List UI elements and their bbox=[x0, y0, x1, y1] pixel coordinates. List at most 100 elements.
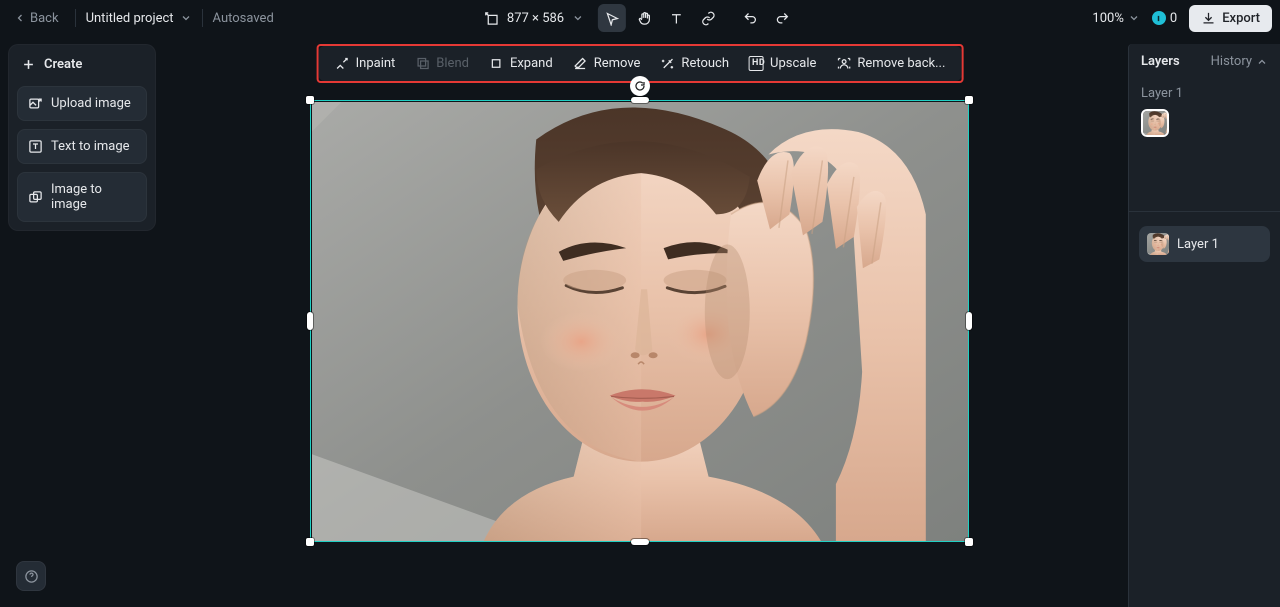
upload-image-button[interactable]: Upload image bbox=[17, 86, 147, 121]
retouch-button[interactable]: Retouch bbox=[650, 50, 739, 77]
expand-button[interactable]: Expand bbox=[479, 50, 563, 77]
zoom-text: 100% bbox=[1092, 11, 1123, 26]
help-button[interactable] bbox=[16, 561, 46, 591]
project-name-text: Untitled project bbox=[86, 11, 174, 26]
create-title-text: Create bbox=[44, 57, 82, 72]
retouch-label: Retouch bbox=[681, 56, 729, 71]
help-icon bbox=[24, 569, 39, 584]
rotate-handle[interactable] bbox=[630, 76, 650, 96]
separator bbox=[75, 9, 76, 27]
autosave-status: Autosaved bbox=[213, 11, 274, 26]
separator bbox=[202, 9, 203, 27]
top-bar-right: 100% 0 Export bbox=[1092, 5, 1272, 32]
chevron-up-icon bbox=[1256, 56, 1268, 68]
remove-label: Remove bbox=[594, 56, 641, 71]
image-to-image-button[interactable]: Image to image bbox=[17, 172, 147, 222]
expand-label: Expand bbox=[510, 56, 553, 71]
layers-panel: Layers History Layer 1 Layer 1 bbox=[1128, 44, 1280, 607]
inpaint-button[interactable]: Inpaint bbox=[325, 50, 406, 77]
credits-value: 0 bbox=[1170, 11, 1177, 26]
layer-thumb-row bbox=[1129, 105, 1280, 151]
top-bar: Back Untitled project Autosaved 877 × 58… bbox=[0, 0, 1280, 36]
blend-icon bbox=[415, 56, 430, 71]
layer-thumbnail[interactable] bbox=[1141, 109, 1169, 137]
credits-icon bbox=[1152, 11, 1166, 25]
export-button[interactable]: Export bbox=[1189, 5, 1272, 32]
upscale-label: Upscale bbox=[770, 56, 816, 71]
expand-icon bbox=[489, 56, 504, 71]
undo-button[interactable] bbox=[736, 4, 764, 32]
layers-panel-header: Layers History bbox=[1129, 44, 1280, 80]
resize-handle-tl[interactable] bbox=[306, 96, 314, 104]
layer-list-label: Layer 1 bbox=[1177, 237, 1219, 252]
history-toggle[interactable]: History bbox=[1211, 54, 1268, 69]
inpaint-icon bbox=[335, 56, 350, 71]
resize-handle-tr[interactable] bbox=[965, 96, 973, 104]
chevron-down-icon bbox=[180, 12, 192, 24]
top-bar-left: Back Untitled project Autosaved bbox=[8, 7, 274, 30]
layers-title: Layers bbox=[1141, 54, 1180, 69]
history-group bbox=[736, 4, 796, 32]
back-button[interactable]: Back bbox=[8, 7, 65, 30]
credits-display[interactable]: 0 bbox=[1152, 11, 1177, 26]
create-panel: Create Upload image Text to image Image … bbox=[8, 44, 156, 231]
inpaint-label: Inpaint bbox=[356, 56, 396, 71]
text-to-image-icon bbox=[28, 139, 43, 154]
chevron-down-icon bbox=[572, 12, 584, 24]
hand-tool[interactable] bbox=[630, 4, 658, 32]
dimensions-icon bbox=[484, 11, 499, 26]
dimensions-display[interactable]: 877 × 586 bbox=[484, 11, 584, 26]
download-icon bbox=[1201, 11, 1216, 26]
eraser-icon bbox=[573, 56, 588, 71]
hd-icon: HD bbox=[749, 56, 764, 71]
back-label: Back bbox=[30, 11, 59, 26]
image-to-image-icon bbox=[28, 190, 43, 205]
link-tool[interactable] bbox=[694, 4, 722, 32]
tool-group bbox=[598, 4, 722, 32]
refresh-icon bbox=[634, 80, 646, 92]
layer-list-thumbnail bbox=[1147, 233, 1169, 255]
canvas-stage[interactable] bbox=[310, 100, 969, 542]
export-label: Export bbox=[1222, 11, 1260, 26]
retouch-icon bbox=[660, 56, 675, 71]
resize-handle-b[interactable] bbox=[631, 539, 649, 545]
chevron-down-icon bbox=[1128, 12, 1140, 24]
zoom-control[interactable]: 100% bbox=[1092, 11, 1139, 26]
redo-button[interactable] bbox=[768, 4, 796, 32]
upscale-button[interactable]: HD Upscale bbox=[739, 50, 826, 77]
dimensions-text: 877 × 586 bbox=[507, 11, 564, 26]
resize-handle-bl[interactable] bbox=[306, 538, 314, 546]
layer-list-item[interactable]: Layer 1 bbox=[1139, 226, 1270, 262]
selection-box bbox=[310, 100, 969, 542]
text-tool[interactable] bbox=[662, 4, 690, 32]
undo-icon bbox=[743, 11, 758, 26]
remove-bg-icon bbox=[836, 56, 851, 71]
chevron-left-icon bbox=[14, 12, 26, 24]
top-bar-center: 877 × 586 bbox=[484, 4, 796, 32]
blend-label: Blend bbox=[436, 56, 469, 71]
text-to-image-button[interactable]: Text to image bbox=[17, 129, 147, 164]
remove-bg-label: Remove back... bbox=[857, 56, 945, 71]
image-to-image-label: Image to image bbox=[51, 182, 136, 212]
create-panel-title: Create bbox=[17, 53, 147, 78]
remove-button[interactable]: Remove bbox=[563, 50, 651, 77]
blend-button: Blend bbox=[405, 50, 479, 77]
plus-icon bbox=[21, 57, 36, 72]
link-icon bbox=[701, 11, 716, 26]
text-to-image-label: Text to image bbox=[51, 139, 130, 154]
hand-icon bbox=[637, 11, 652, 26]
current-layer-label: Layer 1 bbox=[1129, 80, 1280, 105]
panel-divider bbox=[1129, 211, 1280, 212]
remove-background-button[interactable]: Remove back... bbox=[826, 50, 955, 77]
resize-handle-r[interactable] bbox=[966, 312, 972, 330]
text-icon bbox=[669, 11, 684, 26]
select-tool[interactable] bbox=[598, 4, 626, 32]
upload-image-label: Upload image bbox=[51, 96, 131, 111]
resize-handle-br[interactable] bbox=[965, 538, 973, 546]
resize-handle-t[interactable] bbox=[631, 97, 649, 103]
redo-icon bbox=[775, 11, 790, 26]
upload-image-icon bbox=[28, 96, 43, 111]
resize-handle-l[interactable] bbox=[307, 312, 313, 330]
project-name[interactable]: Untitled project bbox=[86, 11, 192, 26]
history-label: History bbox=[1211, 54, 1252, 69]
